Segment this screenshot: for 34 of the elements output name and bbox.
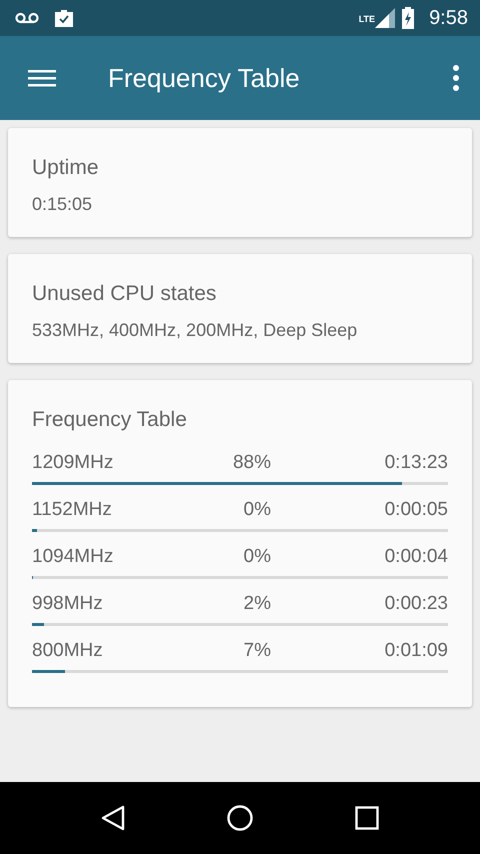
frequency-text: 1094MHz bbox=[32, 546, 114, 568]
menu-icon bbox=[28, 68, 56, 88]
percent-text: 0% bbox=[242, 546, 271, 568]
signal-icon bbox=[375, 8, 396, 28]
briefcase-check-icon bbox=[53, 7, 75, 29]
menu-button[interactable] bbox=[28, 68, 56, 88]
card-value: 533MHz, 400MHz, 200MHz, Deep Sleep bbox=[32, 320, 358, 341]
frequency-text: 998MHz bbox=[32, 593, 104, 615]
card-title: Frequency Table bbox=[32, 408, 188, 432]
time-text: 0:00:23 bbox=[384, 593, 448, 615]
more-options-icon bbox=[452, 65, 460, 91]
home-icon bbox=[227, 805, 253, 831]
battery-charging-icon bbox=[401, 7, 416, 29]
percent-text: 7% bbox=[242, 640, 271, 662]
time-text: 0:00:04 bbox=[384, 546, 448, 568]
voicemail-icon bbox=[15, 12, 39, 24]
card-title: Unused CPU states bbox=[32, 282, 218, 306]
time-text: 0:13:23 bbox=[384, 452, 448, 474]
percent-text: 0% bbox=[242, 499, 271, 521]
frequency-text: 1152MHz bbox=[32, 499, 113, 521]
time-text: 0:01:09 bbox=[384, 640, 448, 662]
clock-text: 9:58 bbox=[429, 6, 468, 30]
percent-text: 2% bbox=[242, 593, 271, 615]
frequency-text: 800MHz bbox=[32, 640, 104, 662]
more-options-button[interactable] bbox=[452, 65, 460, 91]
percent-text: 88% bbox=[232, 452, 271, 474]
frequency-text: 1209MHz bbox=[32, 452, 114, 474]
network-type-label: LTE bbox=[358, 14, 376, 24]
toolbar-title: Frequency Table bbox=[108, 62, 301, 94]
card-value: 0:15:05 bbox=[32, 194, 94, 215]
recents-icon bbox=[355, 806, 379, 830]
time-text: 0:00:05 bbox=[384, 499, 448, 521]
back-icon bbox=[101, 805, 125, 831]
card-title: Uptime bbox=[32, 156, 100, 180]
